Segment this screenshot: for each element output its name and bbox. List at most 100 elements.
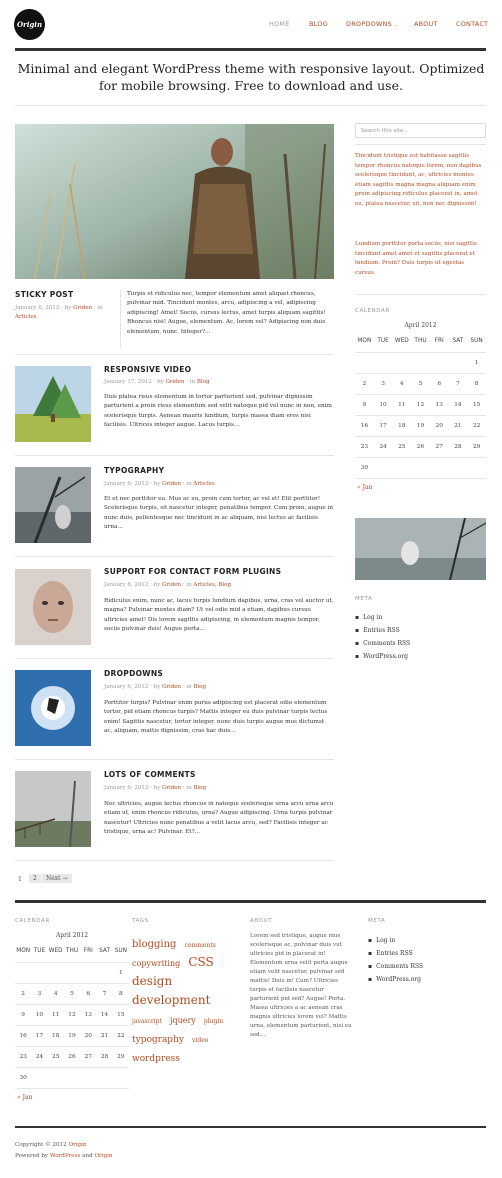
post-meta: January 17, 2012 · by Griden · in Blog [104, 378, 210, 387]
nav-dropdowns[interactable]: DROPDOWNS ⌄ [346, 20, 399, 28]
post-category[interactable]: Blog [193, 785, 206, 791]
meta-link-login[interactable]: Log in [368, 934, 423, 947]
post-author[interactable]: Griden [162, 785, 181, 791]
calendar-prev-month-link[interactable]: « Jan [357, 484, 372, 491]
calendar-day: 5 [70, 991, 74, 997]
post-meta: January 6, 2012 · by Griden · in Blog [104, 683, 206, 692]
post-thumbnail[interactable] [15, 467, 91, 543]
tag-link[interactable]: wordpress [132, 1054, 180, 1064]
nav-about[interactable]: ABOUT [414, 20, 438, 28]
calendar-day-header: FRI [83, 948, 93, 954]
meta-link-login[interactable]: Log in [355, 611, 410, 624]
calendar-day-header: SAT [99, 948, 110, 954]
calendar-day: 7 [456, 381, 460, 387]
tag-link[interactable]: typography [132, 1035, 184, 1045]
sidebar-image[interactable] [355, 518, 486, 580]
calendar-day: 27 [84, 1054, 92, 1060]
nav-contact[interactable]: CONTACT [456, 20, 488, 28]
wordpress-link[interactable]: WordPress [50, 1153, 80, 1159]
calendar-day: 11 [398, 402, 406, 408]
post-category[interactable]: Articles, Blog [193, 582, 231, 588]
tag-link[interactable]: video [192, 1037, 208, 1044]
footer-rule [15, 900, 486, 903]
sticky-post-title[interactable]: STICKY POST [15, 290, 73, 299]
post-author[interactable]: Griden [165, 379, 184, 385]
nav-blog[interactable]: BLOG [309, 20, 328, 28]
post-meta: January 6, 2012 · by Griden · in Article… [104, 581, 231, 590]
meta-link-entries-rss[interactable]: Entries RSS [355, 624, 410, 637]
calendar-row-divider [355, 373, 486, 374]
post-category[interactable]: Blog [193, 684, 206, 690]
page-2[interactable]: 2 [29, 874, 41, 883]
origin-link[interactable]: Origin [94, 1153, 112, 1159]
calendar-caption: April 2012 [55, 932, 89, 939]
tag-link[interactable]: development [132, 993, 210, 1007]
calendar-day-header: FRI [434, 338, 444, 344]
meta-link-wordpress[interactable]: WordPress.org [368, 973, 423, 986]
meta-link-wordpress[interactable]: WordPress.org [355, 650, 410, 663]
meta-link-entries-rss[interactable]: Entries RSS [368, 947, 423, 960]
nav-home[interactable]: HOME [269, 20, 290, 28]
post-author[interactable]: Griden [162, 481, 181, 487]
tag-link[interactable]: blogging [132, 939, 176, 950]
post-title[interactable]: DROPDOWNS [104, 669, 163, 678]
next-page-link[interactable]: Next → [42, 874, 72, 883]
post-excerpt: Porttitor turpis? Pulvinar enim purus ad… [104, 700, 328, 735]
tag-link[interactable]: copywriting [132, 959, 180, 968]
site-logo[interactable]: Origin [14, 9, 45, 40]
post-thumbnail[interactable] [15, 569, 91, 645]
tag-link[interactable]: comments [185, 942, 216, 949]
tag-link[interactable]: jquery [170, 1016, 196, 1025]
post-category[interactable]: Blog [197, 379, 210, 385]
tagline-line-1: Minimal and elegant WordPress theme with… [17, 61, 485, 76]
calendar-day: 27 [435, 444, 443, 450]
calendar-prev-month-link[interactable]: « Jan [17, 1094, 32, 1101]
post-thumbnail[interactable] [15, 771, 91, 847]
calendar-day-header: TUE [33, 948, 46, 954]
post-category[interactable]: Articles [193, 481, 215, 487]
tag-link[interactable]: javascript [132, 1018, 162, 1025]
calendar-day: 25 [52, 1054, 60, 1060]
post-thumbnail[interactable] [15, 670, 91, 746]
footer-meta-title: META [368, 918, 386, 924]
post-title[interactable]: RESPONSIVE VIDEO [104, 365, 191, 374]
copyright-link[interactable]: Origin [68, 1142, 86, 1148]
calendar-day: 3 [37, 991, 42, 997]
calendar-day: 26 [68, 1054, 76, 1060]
post-meta: January 6, 2012 · by Griden · in Article… [104, 480, 215, 489]
meta-link-comments-rss[interactable]: Comments RSS [368, 960, 423, 973]
calendar-day: 1 [474, 360, 479, 366]
post-author[interactable]: Griden [162, 582, 181, 588]
calendar-day: 30 [360, 465, 369, 471]
page-1[interactable]: 1 [18, 876, 22, 883]
calendar-day: 24 [379, 444, 387, 450]
tag-link[interactable]: design [132, 974, 172, 988]
calendar-day: 4 [53, 991, 58, 997]
calendar-day-header: MON [357, 338, 372, 344]
tag-link[interactable]: CSS [188, 955, 213, 969]
calendar-day: 12 [68, 1012, 76, 1018]
post-category[interactable]: Articles [15, 314, 37, 320]
calendar-day: 13 [84, 1012, 92, 1018]
post-author[interactable]: Griden [162, 684, 181, 690]
featured-image[interactable] [15, 124, 334, 279]
post-thumbnail[interactable] [15, 366, 91, 442]
calendar-day: 8 [474, 381, 479, 387]
post-author[interactable]: Griden [73, 305, 92, 311]
calendar-day-header: WED [48, 948, 63, 954]
post-excerpt: Duis platea risus elementum in tortor pa… [104, 394, 332, 429]
calendar-row-divider [15, 1046, 129, 1047]
footer-about-text: Lorem sed tristique, augue mus scelerisq… [250, 933, 352, 1038]
calendar-day: 25 [398, 444, 406, 450]
tag-link[interactable]: plugin [204, 1018, 223, 1025]
post-title[interactable]: SUPPORT FOR CONTACT FORM PLUGINS [104, 567, 281, 576]
post-title[interactable]: LOTS OF COMMENTS [104, 770, 196, 779]
calendar-row-divider [15, 1025, 129, 1026]
search-input[interactable]: Search this site... [355, 123, 486, 138]
calendar-day: 2 [21, 991, 25, 997]
calendar-row-divider [15, 1088, 129, 1089]
calendar-day: 28 [100, 1054, 109, 1060]
post-title[interactable]: TYPOGRAPHY [104, 466, 164, 475]
calendar-day: 10 [379, 402, 387, 408]
meta-link-comments-rss[interactable]: Comments RSS [355, 637, 410, 650]
